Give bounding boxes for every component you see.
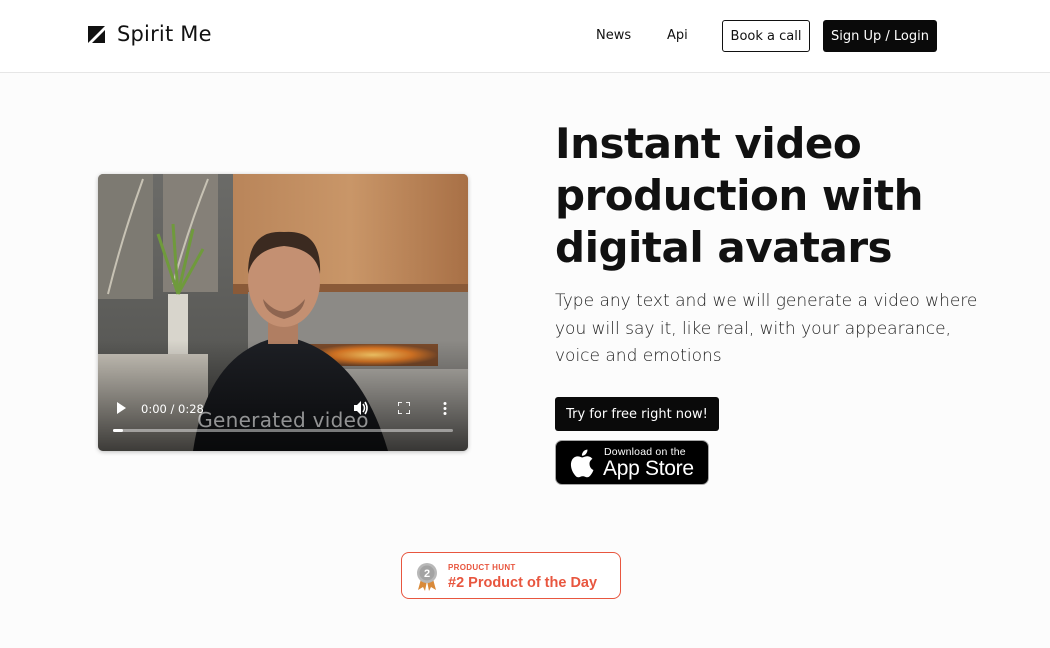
site-header: Spirit Me News Api Book a call Sign Up /… (0, 0, 1050, 73)
video-progress-fill (113, 429, 124, 432)
apple-icon (568, 448, 594, 483)
try-free-button[interactable]: Try for free right now! (555, 397, 719, 431)
medal-rank: 2 (424, 568, 430, 580)
nav-api-link[interactable]: Api (667, 28, 688, 43)
nav-news-link[interactable]: News (596, 28, 631, 43)
hero-title: Instant video production with digital av… (555, 119, 924, 272)
brand-name: Spirit Me (117, 22, 212, 46)
video-progress-bar[interactable] (113, 429, 453, 432)
product-hunt-badge[interactable]: 2 PRODUCT HUNT #2 Product of the Day (401, 552, 621, 599)
hero-subtitle: Type any text and we will generate a vid… (555, 291, 978, 366)
app-store-big-text: App Store (603, 457, 694, 480)
medal-icon: 2 (416, 563, 438, 596)
book-call-button[interactable]: Book a call (722, 20, 810, 52)
product-hunt-eyebrow: PRODUCT HUNT (448, 563, 516, 572)
app-store-badge[interactable]: Download on the App Store (555, 440, 709, 485)
signup-login-button[interactable]: Sign Up / Login (823, 20, 937, 52)
video-player[interactable]: 0:00 / 0:28 Generated video (98, 174, 468, 451)
logo-icon (88, 25, 105, 43)
product-hunt-title: #2 Product of the Day (448, 575, 598, 591)
brand-logo[interactable]: Spirit Me (88, 22, 212, 46)
